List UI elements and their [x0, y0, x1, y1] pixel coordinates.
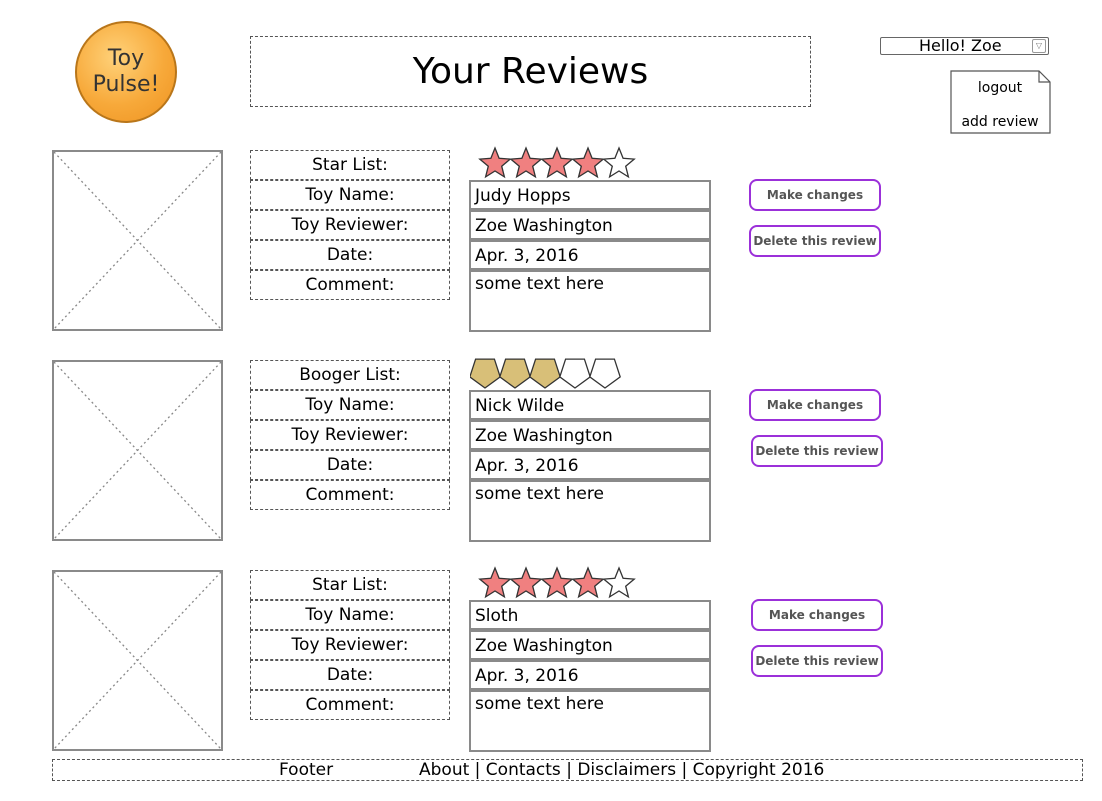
- rating-label: Booger List:: [250, 360, 450, 390]
- star-icon-filled: [571, 146, 605, 179]
- toy-name-field: Nick Wilde: [469, 390, 711, 420]
- footer-label: Footer: [279, 760, 334, 780]
- user-menu: logout add review: [950, 70, 1051, 134]
- booger-icon-empty: [589, 358, 621, 389]
- toy-pulse-logo: Toy Pulse!: [75, 21, 177, 123]
- toy-image-placeholder: [52, 150, 223, 331]
- comment-label: Comment:: [250, 690, 450, 720]
- chevron-down-icon[interactable]: ▽: [1032, 39, 1046, 53]
- delete-review-button[interactable]: Delete this review: [751, 645, 883, 677]
- user-greeting: Hello! Zoe: [919, 36, 1002, 55]
- star-icon-filled: [571, 566, 605, 599]
- comment-field: some text here: [469, 270, 711, 332]
- image-placeholder-icon: [54, 572, 221, 749]
- make-changes-button[interactable]: Make changes: [749, 179, 881, 211]
- reviewer-field: Zoe Washington: [469, 420, 711, 450]
- toy-name-label: Toy Name:: [250, 180, 450, 210]
- rating-display: [470, 566, 640, 600]
- toy-image-placeholder: [52, 570, 223, 751]
- date-label: Date:: [250, 240, 450, 270]
- star-icon-filled: [509, 146, 543, 179]
- user-dropdown[interactable]: Hello! Zoe ▽: [880, 37, 1049, 55]
- booger-icon-filled: [529, 358, 561, 389]
- page-title: Your Reviews: [250, 36, 811, 107]
- footer: Footer About | Contacts | Disclaimers | …: [52, 759, 1083, 781]
- image-placeholder-icon: [54, 362, 221, 539]
- logo-line-1: Toy: [107, 46, 145, 71]
- star-icon-filled: [478, 566, 512, 599]
- date-field: Apr. 3, 2016: [469, 660, 711, 690]
- reviewer-label: Toy Reviewer:: [250, 630, 450, 660]
- date-label: Date:: [250, 660, 450, 690]
- booger-icon-filled: [499, 358, 531, 389]
- comment-field: some text here: [469, 480, 711, 542]
- star-icon-filled: [509, 566, 543, 599]
- comment-field: some text here: [469, 690, 711, 752]
- reviewer-field: Zoe Washington: [469, 210, 711, 240]
- toy-name-field: Sloth: [469, 600, 711, 630]
- star-icon-empty: [602, 146, 636, 179]
- add-review-link[interactable]: add review: [950, 114, 1050, 130]
- toy-name-field: Judy Hopps: [469, 180, 711, 210]
- rating-label: Star List:: [250, 570, 450, 600]
- logo-line-2: Pulse!: [92, 72, 160, 97]
- rating-display: [469, 356, 640, 390]
- logout-link[interactable]: logout: [950, 80, 1050, 96]
- star-rating: [478, 146, 636, 179]
- make-changes-button[interactable]: Make changes: [749, 389, 881, 421]
- reviewer-label: Toy Reviewer:: [250, 210, 450, 240]
- star-icon-filled: [540, 566, 574, 599]
- footer-links[interactable]: About | Contacts | Disclaimers | Copyrig…: [419, 760, 824, 780]
- star-icon-filled: [540, 146, 574, 179]
- toy-name-label: Toy Name:: [250, 600, 450, 630]
- booger-rating: [469, 358, 621, 389]
- delete-review-button[interactable]: Delete this review: [749, 225, 881, 257]
- reviewer-label: Toy Reviewer:: [250, 420, 450, 450]
- booger-icon-empty: [559, 358, 591, 389]
- star-rating: [478, 566, 636, 599]
- reviewer-field: Zoe Washington: [469, 630, 711, 660]
- star-icon-empty: [602, 566, 636, 599]
- toy-image-placeholder: [52, 360, 223, 541]
- comment-label: Comment:: [250, 270, 450, 300]
- toy-name-label: Toy Name:: [250, 390, 450, 420]
- star-icon-filled: [478, 146, 512, 179]
- comment-label: Comment:: [250, 480, 450, 510]
- rating-display: [470, 146, 640, 180]
- make-changes-button[interactable]: Make changes: [751, 599, 883, 631]
- date-field: Apr. 3, 2016: [469, 240, 711, 270]
- delete-review-button[interactable]: Delete this review: [751, 435, 883, 467]
- date-label: Date:: [250, 450, 450, 480]
- rating-label: Star List:: [250, 150, 450, 180]
- date-field: Apr. 3, 2016: [469, 450, 711, 480]
- booger-icon-filled: [469, 358, 501, 389]
- image-placeholder-icon: [54, 152, 221, 329]
